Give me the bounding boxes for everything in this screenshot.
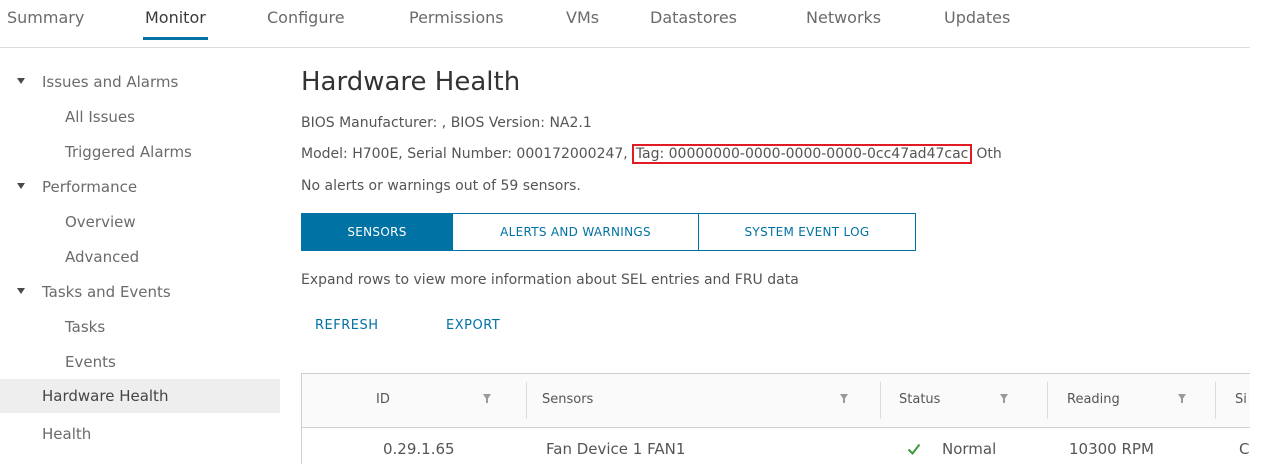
column-header-si[interactable]: Si [1235, 374, 1250, 427]
model-info: Model: H700E, Serial Number: 00017200024… [301, 144, 1002, 164]
column-label: Sensors [542, 392, 594, 407]
column-label: Reading [1067, 392, 1120, 407]
export-button[interactable]: EXPORT [446, 318, 500, 333]
column-header-id[interactable]: ID [376, 374, 526, 427]
checkmark-icon [907, 443, 921, 456]
refresh-button[interactable]: REFRESH [315, 318, 379, 333]
sensors-table: ID Sensors Status Reading Si 0.29.1.65 F… [301, 373, 1250, 464]
cell-status: Normal [942, 440, 997, 458]
column-header-sensors[interactable]: Sensors [542, 374, 872, 427]
tag-highlight: Tag: 00000000-0000-0000-0000-0cc47ad47ca… [631, 144, 973, 164]
page-title: Hardware Health [301, 67, 521, 97]
main-content: Hardware Health BIOS Manufacturer: , BIO… [0, 0, 1250, 464]
filter-icon[interactable] [1178, 394, 1186, 403]
column-divider [526, 382, 527, 419]
bios-info: BIOS Manufacturer: , BIOS Version: NA2.1 [301, 115, 592, 131]
cell-reading: 10300 RPM [1069, 440, 1154, 458]
cell-extra: C [1239, 440, 1250, 458]
column-divider [1215, 382, 1216, 419]
tab-alerts-and-warnings[interactable]: ALERTS AND WARNINGS [452, 213, 699, 251]
column-label: ID [376, 392, 390, 407]
cell-sensor: Fan Device 1 FAN1 [546, 440, 686, 458]
column-header-status[interactable]: Status [899, 374, 1029, 427]
filter-icon[interactable] [1000, 394, 1008, 403]
filter-icon[interactable] [483, 394, 491, 403]
table-header: ID Sensors Status Reading Si [302, 374, 1250, 428]
column-header-reading[interactable]: Reading [1067, 374, 1197, 427]
tab-system-event-log[interactable]: SYSTEM EVENT LOG [698, 213, 916, 251]
tab-sensors[interactable]: SENSORS [301, 213, 453, 251]
filter-icon[interactable] [840, 394, 848, 403]
expand-hint: Expand rows to view more information abo… [301, 272, 799, 288]
column-divider [880, 382, 881, 419]
cell-id: 0.29.1.65 [383, 440, 455, 458]
other-info-text: Oth [976, 146, 1002, 162]
column-label: Status [899, 392, 941, 407]
model-serial-text: Model: H700E, Serial Number: 00017200024… [301, 146, 628, 162]
column-divider [1047, 382, 1048, 419]
column-label: Si [1235, 392, 1247, 407]
alerts-summary: No alerts or warnings out of 59 sensors. [301, 178, 581, 194]
